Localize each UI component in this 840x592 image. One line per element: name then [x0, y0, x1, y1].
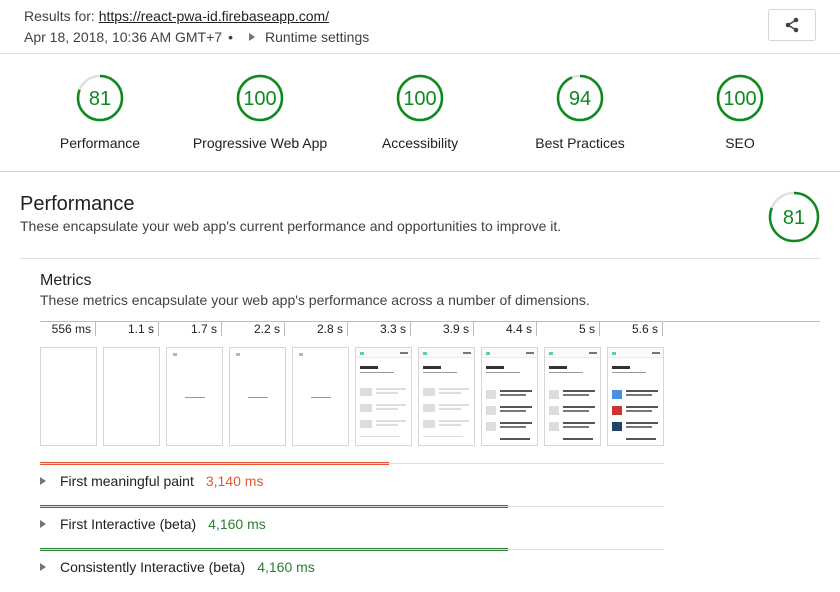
expand-triangle-icon[interactable] [248, 33, 255, 41]
runtime-settings-toggle[interactable]: Runtime settings [265, 29, 369, 45]
filmstrip-frame [607, 347, 664, 446]
metric-value: 4,160 ms [208, 516, 266, 532]
filmstrip-frame [292, 347, 349, 446]
timeline-tick: 4.4 s [481, 322, 537, 336]
gauge-score: 100 [403, 88, 436, 110]
metric-track [40, 506, 664, 507]
metric-value: 4,160 ms [257, 559, 315, 575]
metric-track [40, 463, 664, 464]
filmstrip-frame [166, 347, 223, 446]
filmstrip-frame [355, 347, 412, 446]
category-scores: 81 Performance 100 Progressive Web App 1… [0, 55, 840, 172]
results-url-link[interactable]: https://react-pwa-id.firebaseapp.com/ [99, 8, 329, 24]
metric-label: First meaningful paint [60, 473, 194, 489]
gauge-label: SEO [725, 135, 755, 151]
gauge-ring: 100 [396, 74, 444, 122]
section-title: Performance [20, 193, 135, 215]
metric-row[interactable]: Consistently Interactive (beta) 4,160 ms [40, 559, 315, 575]
gauge-score: 100 [243, 88, 276, 110]
timeline-tick: 1.1 s [103, 322, 159, 336]
metric-label: Consistently Interactive (beta) [60, 559, 246, 575]
gauge-ring: 81 [76, 74, 124, 122]
section-description: These encapsulate your web app's current… [20, 218, 562, 234]
filmstrip-frame [481, 347, 538, 446]
expand-triangle-icon[interactable] [40, 477, 46, 485]
metric-row[interactable]: First Interactive (beta) 4,160 ms [40, 516, 266, 532]
timeline-tick: 2.2 s [229, 322, 285, 336]
share-icon [785, 17, 799, 33]
timeline-tick: 5.6 s [607, 322, 663, 336]
gauge-label: Performance [59, 135, 141, 151]
share-button[interactable] [768, 9, 816, 41]
metric-row[interactable]: First meaningful paint 3,140 ms [40, 473, 263, 489]
gauge-performance[interactable]: 81 Performance [20, 74, 180, 151]
filmstrip-frame [40, 347, 97, 446]
gauge-accessibility[interactable]: 100 Accessibility [340, 74, 500, 151]
section-score-gauge: 81 [768, 191, 820, 248]
gauge-label: Accessibility [381, 135, 459, 151]
filmstrip-frame [418, 347, 475, 446]
section-score: 81 [783, 207, 805, 229]
run-date: Apr 18, 2018, 10:36 AM GMT+7 [24, 29, 223, 45]
separator: • [228, 29, 233, 45]
metric-track [40, 549, 664, 550]
gauge-score: 94 [569, 88, 591, 110]
gauge-ring: 100 [716, 74, 764, 122]
filmstrip-frame [544, 347, 601, 446]
gauge-pwa[interactable]: 100 Progressive Web App [180, 74, 340, 151]
gauge-score: 81 [89, 88, 111, 110]
run-info: Apr 18, 2018, 10:36 AM GMT+7 • Runtime s… [24, 29, 369, 45]
timeline-tick: 5 s [544, 322, 600, 336]
divider [20, 258, 820, 259]
gauge-ring: 94 [556, 74, 604, 122]
gauge-label: Best Practices [535, 135, 625, 151]
metric-value: 3,140 ms [205, 473, 264, 489]
metric-label: First Interactive (beta) [60, 516, 197, 532]
timeline-tick: 2.8 s [292, 322, 348, 336]
metrics-description: These metrics encapsulate your web app's… [40, 292, 590, 308]
filmstrip-frame [229, 347, 286, 446]
timeline-tick: 1.7 s [166, 322, 222, 336]
gauge-best-practices[interactable]: 94 Best Practices [500, 74, 660, 151]
timeline-tick: 556 ms [40, 322, 96, 336]
timeline-tick: 3.3 s [355, 322, 411, 336]
report-header: Results for: https://react-pwa-id.fireba… [0, 0, 840, 54]
expand-triangle-icon[interactable] [40, 520, 46, 528]
results-line: Results for: https://react-pwa-id.fireba… [24, 8, 329, 24]
filmstrip-frame [103, 347, 160, 446]
gauge-seo[interactable]: 100 SEO [660, 74, 820, 151]
metrics-title: Metrics [40, 272, 92, 289]
gauge-ring: 100 [236, 74, 284, 122]
gauge-score: 100 [723, 88, 756, 110]
expand-triangle-icon[interactable] [40, 563, 46, 571]
results-prefix: Results for: [24, 8, 95, 24]
gauge-label: Progressive Web App [192, 135, 328, 151]
timeline-tick: 3.9 s [418, 322, 474, 336]
